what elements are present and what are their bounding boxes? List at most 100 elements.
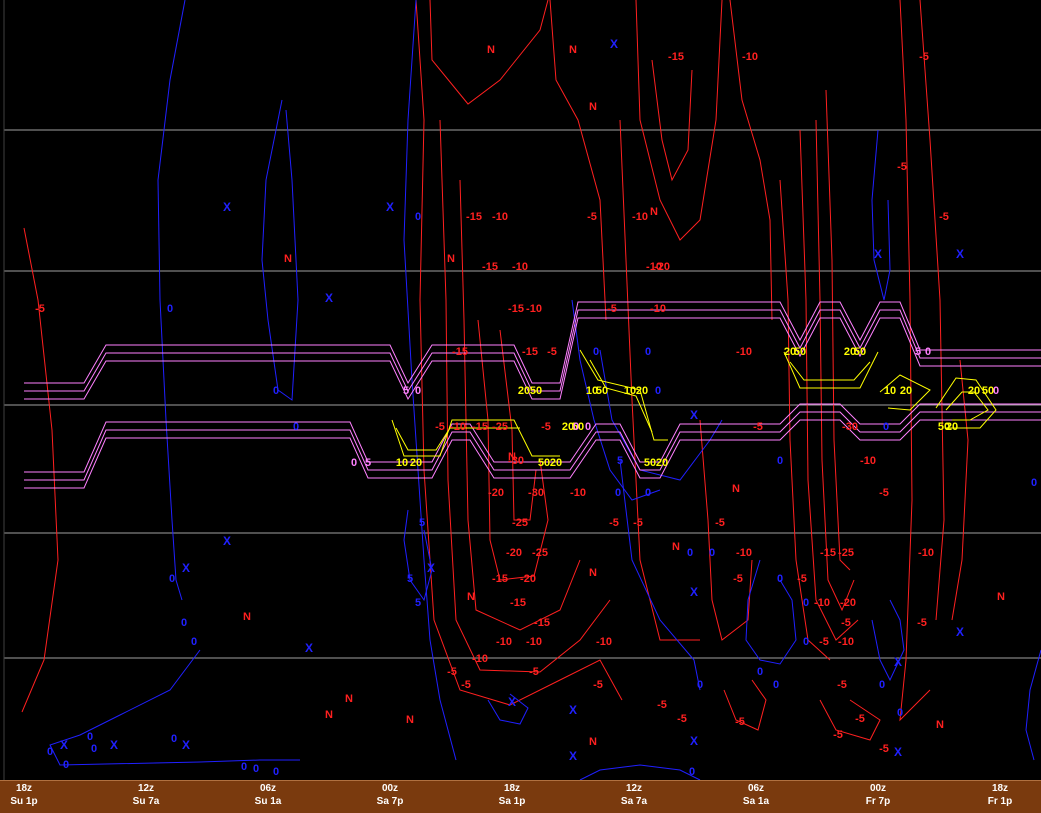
red-contour-label-10: -15 [482,261,498,273]
time-tick-3: 00z Sa 7p [355,782,425,808]
red-contour-label-25: -25 [492,421,508,433]
yellow-contour-label-22: 20 [968,385,980,397]
blue-contour-label-3: 0 [415,211,421,223]
negative-center-marker-7: N [732,483,740,495]
blue-contour-label-11: 0 [181,617,187,629]
blue-contour-9 [871,129,891,301]
red-contour-9 [635,0,723,241]
red-contour-label-9: -10 [632,211,648,223]
blue-contour-label-32: 0 [91,743,97,755]
blue-contour-label-26: 0 [897,707,903,719]
red-contour-label-7: -10 [492,211,508,223]
red-contour-label-37: -5 [633,517,643,529]
red-contour-label-2: -10 [742,51,758,63]
time-tick-1: 12z Su 7a [111,782,181,808]
negative-center-marker-8: N [672,541,680,553]
blue-contour-label-23: 0 [773,679,779,691]
positive-center-marker-16: X [110,738,118,752]
blue-contour-label-17: 0 [709,547,715,559]
red-contour-label-48: -5 [797,573,807,585]
positive-center-marker-6: X [223,534,231,548]
red-contour-label-70: -5 [833,729,843,741]
red-contour-label-28: -30 [842,421,858,433]
contour-plot-area: -5 -15 -10 -5 -5 -5 -15 -10 -5 -10 -15 -10 -10 -20 -15… [0,0,1041,781]
time-tick-utc: 18z [15,783,33,794]
positive-center-marker-14: X [569,703,577,717]
blue-contour-label-7: 5 [419,517,425,529]
red-contour-label-39: -20 [506,547,522,559]
red-contour-label-34: -5 [879,487,889,499]
time-tick-7: 00z Fr 7p [843,782,913,808]
yellow-contour-label-9: 20 [410,457,422,469]
negative-center-marker-3: N [284,253,292,265]
red-contour-label-11: -10 [512,261,528,273]
red-contour-label-42: -15 [820,547,836,559]
positive-center-marker-20: X [894,745,902,759]
red-contour-label-53: -5 [841,617,851,629]
red-contour-label-50: -10 [814,597,830,609]
yellow-contour-5 [789,361,871,381]
yellow-contour-label-5: 20 [636,385,648,397]
blue-contour-label-4: 0 [593,346,599,358]
blue-contour-label-29: 0 [47,746,53,758]
red-contour-label-24: -15 [472,421,488,433]
negative-center-marker-15: N [589,736,597,748]
blue-contour-label-5: 0 [645,346,651,358]
time-tick-utc: 18z [991,783,1009,794]
red-contour-20 [723,679,767,731]
red-contour-label-49: -15 [510,597,526,609]
positive-center-marker-5: X [956,247,964,261]
red-contour-label-54: -5 [917,617,927,629]
negative-center-marker-11: N [243,611,251,623]
red-contour-label-3: -5 [919,51,929,63]
negative-center-marker-5: N [650,206,658,218]
blue-contour-label-25: 0 [879,679,885,691]
time-tick-local: Sa 1a [742,796,770,807]
blue-contour-label-16: 0 [687,547,693,559]
blue-contour-label-35: 0 [253,763,259,775]
blue-contour-label-0: 0 [167,303,173,315]
yellow-contour-label-3: 50 [596,385,608,397]
pink-contour-label-8: 0 [585,421,591,433]
time-tick-local: Su 7a [132,796,160,807]
pink-contour-label-0: 5 [403,385,409,397]
positive-center-marker-8: X [427,561,435,575]
pink-contour-label-4: 5 [915,346,921,358]
red-contour-label-45: -15 [492,573,508,585]
red-contour-6 [549,0,607,321]
blue-contour-label-12: 0 [191,636,197,648]
red-contour-19 [699,419,753,641]
blue-contour-label-30: 0 [63,759,69,771]
pink-contour-label-7: 0 [573,421,579,433]
red-contour-label-33: -10 [570,487,586,499]
red-contour-label-21: -10 [736,346,752,358]
negative-center-marker-13: N [325,709,333,721]
red-contour-16 [899,0,931,722]
red-contour-label-57: -10 [596,636,612,648]
time-tick-local: Su 1a [254,796,282,807]
red-contour-label-44: -10 [918,547,934,559]
positive-center-marker-21: X [690,408,698,422]
red-contour-label-55: -10 [496,636,512,648]
red-contour-17 [919,0,945,621]
red-contour-label-36: -5 [609,517,619,529]
blue-contour-7 [745,559,797,665]
blue-contour-13 [579,764,701,781]
red-contour-label-14: -15 [508,303,524,315]
time-tick-6: 06z Sa 1a [721,782,791,808]
positive-center-marker-15: X [60,738,68,752]
red-contour-label-23: -10 [450,421,466,433]
red-contour-14 [815,119,855,612]
blue-contour-11 [1025,649,1041,761]
negative-center-marker-0: N [487,44,495,56]
blue-contour-label-10: 0 [169,573,175,585]
negative-center-marker-2: N [589,101,597,113]
negative-center-marker-6: N [508,451,516,463]
negative-center-marker-9: N [589,567,597,579]
blue-contour-label-33: 0 [171,733,177,745]
positive-center-marker-17: X [182,738,190,752]
time-tick-local: Sa 7a [620,796,648,807]
positive-center-marker-18: X [690,734,698,748]
red-contour-label-40: -25 [532,547,548,559]
negative-center-marker-4: N [447,253,455,265]
